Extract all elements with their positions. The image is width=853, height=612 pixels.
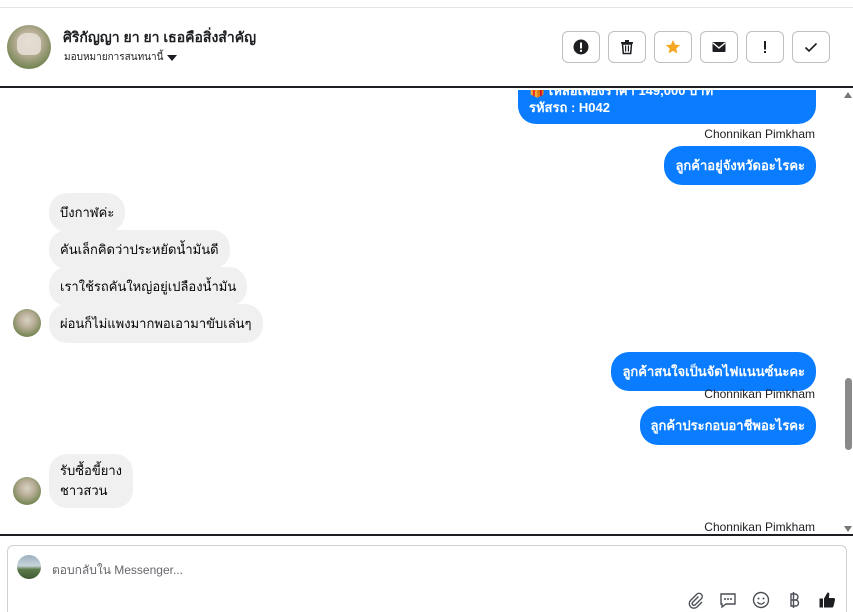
follow-up-button[interactable]	[746, 31, 784, 63]
message-incoming[interactable]: คันเล็กคิดว่าประหยัดน้ำมันดี	[49, 230, 230, 269]
reply-composer[interactable]: ตอบกลับใน Messenger...	[7, 545, 847, 612]
message-line: 🎁 เหลือเพียงราคา 149,000 บาท	[529, 90, 714, 98]
paperclip-icon	[688, 592, 703, 609]
message-outgoing[interactable]: 🎁 เหลือเพียงราคา 149,000 บาท รหัสรถ : H0…	[518, 90, 816, 124]
mark-spam-button[interactable]	[562, 31, 600, 63]
assign-label: มอบหมายการสนทนานี้	[64, 52, 164, 63]
thumbs-up-icon	[819, 592, 835, 607]
check-icon	[804, 42, 818, 53]
thread-scrollbar[interactable]	[843, 90, 853, 534]
contact-avatar[interactable]	[7, 25, 51, 69]
speech-bubble-icon	[719, 592, 736, 608]
attach-button[interactable]	[685, 590, 704, 609]
star-button[interactable]	[654, 31, 692, 63]
message-outgoing[interactable]: ลูกค้าอยู่จังหวัดอะไรคะ	[664, 146, 816, 185]
mark-unread-button[interactable]	[700, 31, 738, 63]
star-icon	[665, 40, 681, 54]
contact-avatar-small	[13, 477, 41, 505]
trash-icon	[621, 40, 633, 55]
scroll-up-icon[interactable]	[844, 92, 852, 98]
smiley-icon	[752, 591, 769, 608]
message-outgoing[interactable]: ลูกค้าสนใจเป็นจัดไฟแนนซ์นะคะ	[611, 352, 816, 391]
contact-name[interactable]: ศิริกัญญา ยา ยา เธอคือสิ่งสำคัญ	[63, 27, 256, 49]
scroll-down-icon[interactable]	[844, 526, 852, 532]
sender-name: Chonnikan Pimkham	[704, 387, 815, 401]
payment-button[interactable]	[784, 590, 803, 609]
envelope-icon	[712, 42, 726, 52]
message-thread[interactable]: 🎁 เหลือเพียงราคา 149,000 บาท รหัสรถ : H0…	[0, 90, 853, 534]
reply-input[interactable]: ตอบกลับใน Messenger...	[52, 561, 183, 580]
baht-icon	[789, 591, 799, 608]
contact-avatar-small	[13, 309, 41, 337]
delete-button[interactable]	[608, 31, 646, 63]
mark-done-button[interactable]	[792, 31, 830, 63]
assign-conversation-dropdown[interactable]: มอบหมายการสนทนานี้	[64, 50, 178, 65]
scrollbar-thumb[interactable]	[845, 378, 852, 450]
message-line: รหัสรถ : H042	[529, 100, 610, 115]
sender-name: Chonnikan Pimkham	[704, 127, 815, 141]
sender-name: Chonnikan Pimkham	[704, 520, 815, 534]
alert-circle-icon	[573, 39, 589, 55]
message-line: รับซื้อขี้ยาง	[60, 463, 123, 478]
conversation-header: ศิริกัญญา ยา ยา เธอคือสิ่งสำคัญ มอบหมายก…	[0, 8, 853, 88]
caret-down-icon	[167, 55, 178, 61]
composer-tools	[685, 590, 836, 609]
exclamation-icon	[764, 41, 766, 53]
saved-replies-button[interactable]	[718, 590, 737, 609]
message-incoming[interactable]: บึงกาฬค่ะ	[49, 193, 126, 232]
composer-divider	[0, 534, 853, 536]
top-strip	[0, 0, 853, 8]
header-actions	[562, 31, 830, 63]
message-line: ชาวสวน	[60, 483, 108, 498]
message-incoming[interactable]: เราใช้รถคันใหญ่อยู่เปลืองน้ำมัน	[49, 267, 248, 306]
like-button[interactable]	[817, 590, 836, 609]
message-outgoing[interactable]: ลูกค้าประกอบอาชีพอะไรคะ	[639, 406, 816, 445]
page-avatar	[17, 555, 41, 579]
emoji-button[interactable]	[751, 590, 770, 609]
message-incoming[interactable]: รับซื้อขี้ยาง ชาวสวน	[49, 454, 134, 508]
message-incoming[interactable]: ผ่อนก็ไม่แพงมากพอเอามาขับเล่นๆ	[49, 304, 263, 343]
